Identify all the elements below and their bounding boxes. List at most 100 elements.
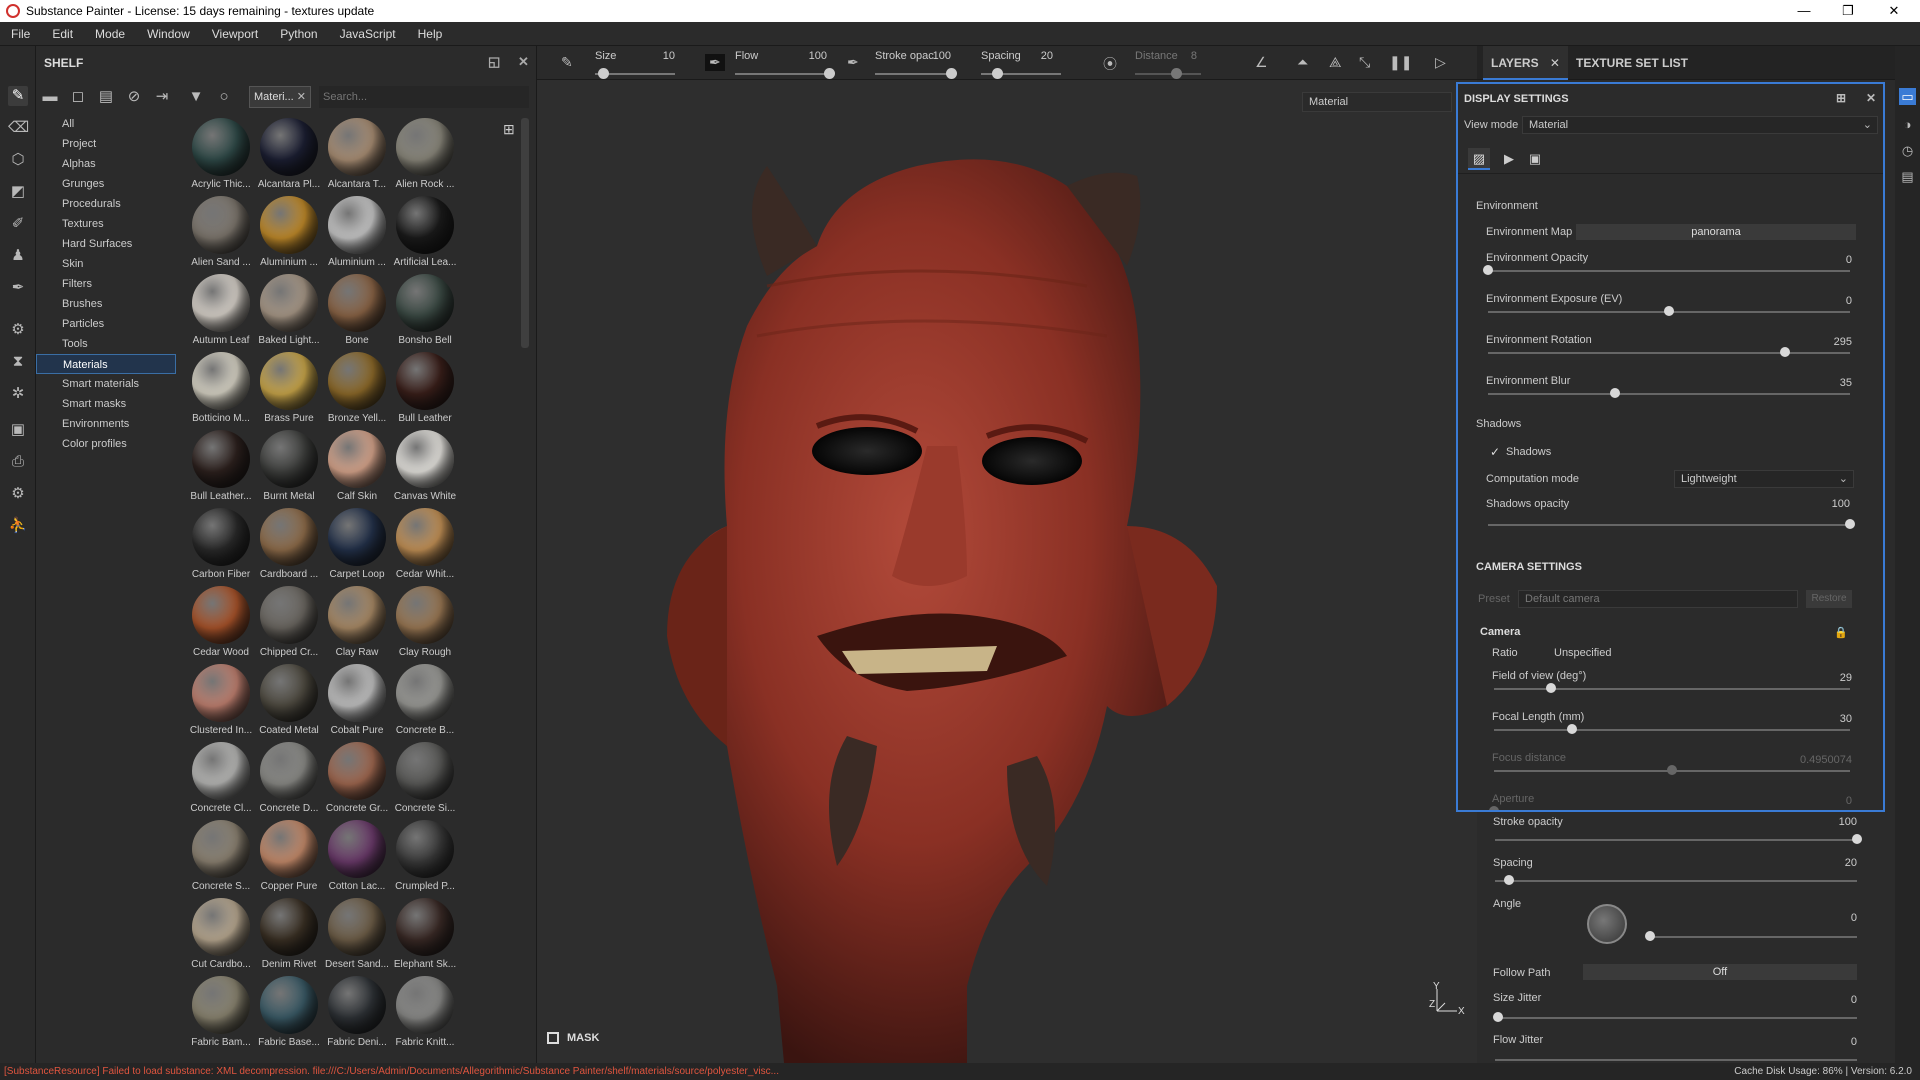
stroke-opacity-slider[interactable] <box>1495 839 1857 841</box>
paint-brush-icon[interactable]: ✎ <box>8 86 28 106</box>
slider-value[interactable]: 30 <box>1792 713 1852 725</box>
slider-knob[interactable] <box>1779 347 1790 357</box>
stroke-opacity-slider[interactable] <box>875 73 951 75</box>
flow-slider[interactable] <box>735 73 829 75</box>
material-thumbnail[interactable]: Fabric Base... <box>254 976 324 1054</box>
category-procedurals[interactable]: Procedurals <box>36 194 176 214</box>
camera-tab-icon[interactable]: ▶ <box>1498 148 1520 170</box>
viewport-3d[interactable]: ✎ Size 10 ✒ Flow 100 ✒ Stroke opac 100 S… <box>537 46 1477 1063</box>
mask-toggle[interactable]: MASK <box>547 1032 599 1044</box>
close-display-settings-icon[interactable]: ✕ <box>1866 91 1876 105</box>
material-thumbnail[interactable]: Denim Rivet <box>254 898 324 976</box>
camera-preset-field[interactable]: Default camera <box>1518 590 1798 608</box>
slider-knob[interactable] <box>1667 765 1677 775</box>
material-thumbnail[interactable]: Cedar Wood <box>186 586 256 664</box>
material-thumbnail[interactable]: Baked Light... <box>254 274 324 352</box>
folder-icon[interactable]: ▬ <box>40 87 60 107</box>
material-thumbnail[interactable]: Fabric Bam... <box>186 976 256 1054</box>
material-thumbnail[interactable]: Fabric Knitt... <box>390 976 460 1054</box>
save-icon[interactable]: ▤ <box>96 87 116 107</box>
slider-value[interactable]: 35 <box>1792 377 1852 389</box>
category-smart-materials[interactable]: Smart materials <box>36 374 176 394</box>
category-smart-masks[interactable]: Smart masks <box>36 394 176 414</box>
shader-settings-icon[interactable]: ◑ <box>1899 116 1916 133</box>
pause-icon[interactable]: ❚❚ <box>1389 54 1412 71</box>
material-thumbnail[interactable]: Clay Rough <box>390 586 460 664</box>
spacing-slider-knob[interactable] <box>992 68 1003 79</box>
filter-chip[interactable]: Materi... ✕ <box>249 86 311 108</box>
slider-knob[interactable] <box>1489 806 1499 810</box>
close-button[interactable]: ✕ <box>1872 0 1916 22</box>
menu-file[interactable]: File <box>0 27 41 41</box>
category-alphas[interactable]: Alphas <box>36 154 176 174</box>
import-icon[interactable]: ⇥ <box>152 87 172 107</box>
menu-python[interactable]: Python <box>269 27 328 41</box>
distance-slider[interactable] <box>1135 73 1201 75</box>
slider-knob[interactable] <box>1567 724 1578 734</box>
material-thumbnail[interactable]: Cedar Whit... <box>390 508 460 586</box>
size-slider-knob[interactable] <box>598 68 609 79</box>
material-thumbnail[interactable]: Canvas White <box>390 430 460 508</box>
material-thumbnail[interactable]: Bonsho Bell <box>390 274 460 352</box>
spacing-slider-knob[interactable] <box>1504 875 1515 885</box>
category-color-profiles[interactable]: Color profiles <box>36 434 176 454</box>
size-jitter-slider[interactable] <box>1495 1017 1857 1019</box>
filter-icon[interactable]: ▼ <box>186 87 206 107</box>
slider-knob[interactable] <box>1664 306 1674 316</box>
material-thumbnail[interactable]: Burnt Metal <box>254 430 324 508</box>
category-filters[interactable]: Filters <box>36 274 176 294</box>
material-thumbnail[interactable]: Aluminium ... <box>322 196 392 274</box>
environment-tab-icon[interactable]: ▨ <box>1468 148 1490 170</box>
pose-icon[interactable]: ⛹ <box>8 516 28 536</box>
history-icon[interactable]: ◷ <box>1899 142 1916 159</box>
material-thumbnail[interactable]: Desert Sand... <box>322 898 392 976</box>
slider-knob[interactable] <box>1483 265 1493 275</box>
category-brushes[interactable]: Brushes <box>36 294 176 314</box>
lock-icon[interactable]: 🔒 <box>1834 626 1848 639</box>
menu-javascript[interactable]: JavaScript <box>329 27 407 41</box>
menu-viewport[interactable]: Viewport <box>201 27 269 41</box>
smudge-icon[interactable]: ✐ <box>8 214 28 234</box>
category-skin[interactable]: Skin <box>36 254 176 274</box>
check-icon[interactable]: ✓ <box>1490 445 1500 459</box>
pen-pressure-icon[interactable]: ✒ <box>705 54 725 71</box>
category-particles[interactable]: Particles <box>36 314 176 334</box>
size-jitter-slider-knob[interactable] <box>1493 1012 1503 1022</box>
hourglass-icon[interactable]: ⧗ <box>8 352 28 372</box>
stroke-opacity-slider-knob[interactable] <box>946 68 957 79</box>
material-thumbnail[interactable]: Concrete S... <box>186 820 256 898</box>
slider-track[interactable] <box>1494 811 1850 812</box>
material-thumbnail[interactable]: Alien Sand ... <box>186 196 256 274</box>
material-thumbnail[interactable]: Artificial Lea... <box>390 196 460 274</box>
post-effects-tab-icon[interactable]: ▣ <box>1524 148 1546 170</box>
angle-slider[interactable] <box>1647 936 1857 938</box>
material-thumbnail[interactable]: Concrete Cl... <box>186 742 256 820</box>
material-thumbnail[interactable]: Clustered In... <box>186 664 256 742</box>
material-thumbnail[interactable]: Autumn Leaf <box>186 274 256 352</box>
category-materials[interactable]: Materials <box>36 354 176 374</box>
shadows-opacity-slider[interactable] <box>1488 524 1850 526</box>
plugin-gear-icon[interactable]: ⚙ <box>8 484 28 504</box>
pen-pressure-icon-2[interactable]: ✒ <box>847 54 859 71</box>
material-thumbnail[interactable]: Coated Metal <box>254 664 324 742</box>
computation-mode-dropdown[interactable]: Lightweight ⌄ <box>1674 470 1854 488</box>
close-panel-icon[interactable]: ✕ <box>518 54 529 70</box>
angle-slider-knob[interactable] <box>1645 931 1655 941</box>
material-thumbnail[interactable]: Brass Pure <box>254 352 324 430</box>
material-thumbnail[interactable]: Cobalt Pure <box>322 664 392 742</box>
category-project[interactable]: Project <box>36 134 176 154</box>
material-thumbnail[interactable]: Alien Rock ... <box>390 118 460 196</box>
lazy-mouse-icon[interactable]: ⦿ <box>1103 54 1117 74</box>
material-thumbnail[interactable]: Botticino M... <box>186 352 256 430</box>
category-hard-surfaces[interactable]: Hard Surfaces <box>36 234 176 254</box>
shelf-scrollbar[interactable] <box>521 118 529 348</box>
material-thumbnail[interactable]: Chipped Cr... <box>254 586 324 664</box>
slider-track[interactable] <box>1494 729 1850 731</box>
display-settings-icon[interactable]: ▭ <box>1899 88 1916 105</box>
slider-value[interactable]: 0 <box>1792 295 1852 307</box>
mask-checkbox[interactable] <box>547 1032 559 1044</box>
material-thumbnail[interactable]: Bronze Yell... <box>322 352 392 430</box>
spacing-slider[interactable] <box>1495 880 1857 882</box>
float-panel-icon[interactable]: ◱ <box>488 54 500 70</box>
material-thumbnail[interactable]: Bone <box>322 274 392 352</box>
